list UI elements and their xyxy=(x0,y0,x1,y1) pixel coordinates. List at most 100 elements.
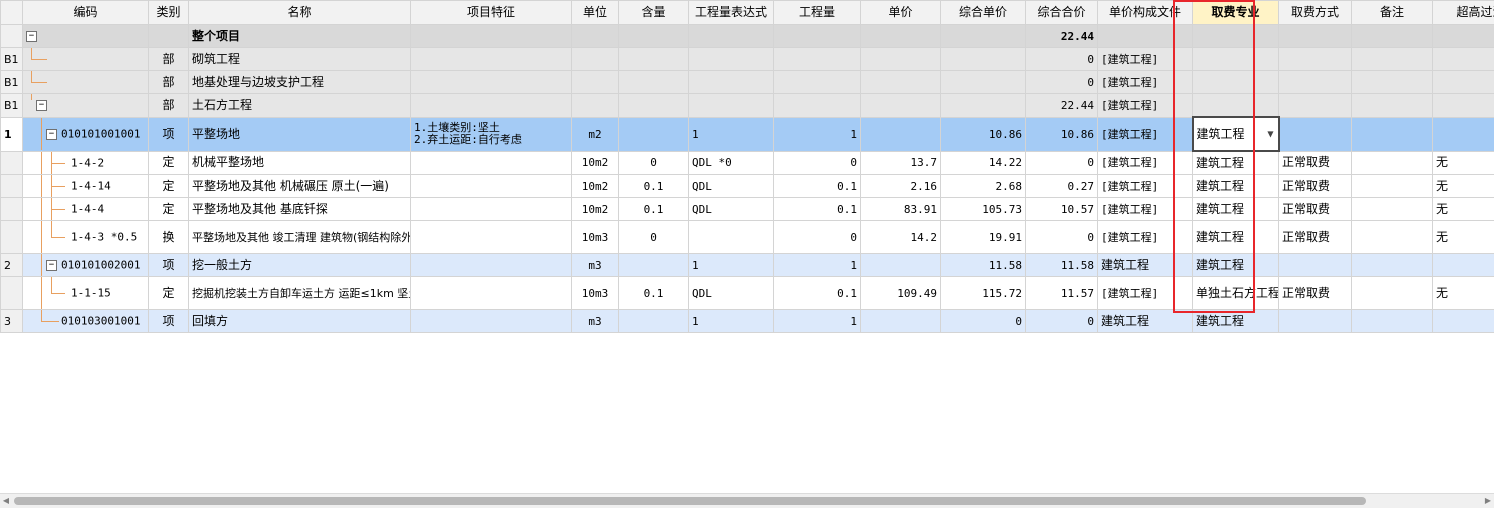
feature-cell[interactable] xyxy=(411,151,572,175)
price-cell[interactable] xyxy=(861,117,941,151)
scrollbar-thumb[interactable] xyxy=(14,497,1366,505)
unit-cell[interactable]: 10m3 xyxy=(572,221,619,254)
bill-item-row[interactable]: 2 − 010101002001 项 挖一般土方 m3 1 1 11.58 11… xyxy=(1,254,1494,277)
type-cell[interactable]: 定 xyxy=(149,175,189,198)
feature-cell[interactable] xyxy=(411,254,572,277)
header-feature[interactable]: 项目特征 xyxy=(411,1,572,25)
expr-cell[interactable] xyxy=(689,25,774,48)
feature-cell[interactable] xyxy=(411,71,572,94)
quota-row[interactable]: 1-4-14 定 平整场地及其他 机械碾压 原土(一遍) 10m2 0.1 QD… xyxy=(1,175,1494,198)
remark-cell[interactable] xyxy=(1352,25,1433,48)
unit-cell[interactable]: m2 xyxy=(572,117,619,151)
expr-cell[interactable]: 1 xyxy=(689,254,774,277)
qty-cell[interactable]: 0.1 xyxy=(774,175,861,198)
type-cell[interactable]: 部 xyxy=(149,94,189,118)
composite-price-cell[interactable]: 19.91 xyxy=(941,221,1026,254)
expr-cell[interactable] xyxy=(689,221,774,254)
header-fee-method[interactable]: 取费方式 xyxy=(1279,1,1352,25)
unit-cell[interactable] xyxy=(572,94,619,118)
bill-item-row[interactable]: 3 010103001001 项 回填方 m3 1 1 0 0 建筑工程 建筑工… xyxy=(1,310,1494,333)
filter-cell[interactable] xyxy=(1433,25,1494,48)
remark-cell[interactable] xyxy=(1352,310,1433,333)
scroll-left-icon[interactable]: ◀ xyxy=(0,495,12,507)
price-cell[interactable] xyxy=(861,310,941,333)
remark-cell[interactable] xyxy=(1352,175,1433,198)
content-cell[interactable] xyxy=(619,254,689,277)
qty-cell[interactable]: 1 xyxy=(774,117,861,151)
feature-cell[interactable] xyxy=(411,221,572,254)
fee-method-cell[interactable] xyxy=(1279,71,1352,94)
price-file-cell[interactable] xyxy=(1098,25,1193,48)
fee-major-cell[interactable]: 单独土石方工程 xyxy=(1193,277,1279,310)
code-cell[interactable]: 1-4-2 xyxy=(23,151,149,175)
composite-price-cell[interactable]: 14.22 xyxy=(941,151,1026,175)
type-cell[interactable]: 部 xyxy=(149,71,189,94)
filter-cell[interactable] xyxy=(1433,94,1494,118)
unit-cell[interactable]: 10m3 xyxy=(572,277,619,310)
unit-cell[interactable]: 10m2 xyxy=(572,198,619,221)
fee-major-cell[interactable] xyxy=(1193,25,1279,48)
header-height-filter[interactable]: 超高过滤类 xyxy=(1433,1,1494,25)
expr-cell[interactable] xyxy=(689,71,774,94)
quota-row[interactable]: 1-4-2 定 机械平整场地 10m2 0 QDL *0 0 13.7 14.2… xyxy=(1,151,1494,175)
header-name[interactable]: 名称 xyxy=(189,1,411,25)
fee-method-cell[interactable]: 正常取费 xyxy=(1279,277,1352,310)
filter-cell[interactable]: 无 xyxy=(1433,221,1494,254)
unit-cell[interactable] xyxy=(572,25,619,48)
name-cell[interactable]: 平整场地及其他 机械碾压 原土(一遍) xyxy=(189,175,411,198)
feature-cell[interactable] xyxy=(411,198,572,221)
composite-total-cell[interactable]: 10.86 xyxy=(1026,117,1098,151)
quota-row[interactable]: 1-4-3 *0.5 换 平整场地及其他 竣工清理 建筑物(钢结构除外)层高>3… xyxy=(1,221,1494,254)
content-cell[interactable] xyxy=(619,117,689,151)
type-cell[interactable]: 项 xyxy=(149,310,189,333)
composite-total-cell[interactable]: 22.44 xyxy=(1026,25,1098,48)
type-cell[interactable]: 换 xyxy=(149,221,189,254)
bill-item-row-selected[interactable]: 1 − 010101001001 项 平整场地 1.土壤类别:坚土 2.弃土运距… xyxy=(1,117,1494,151)
header-index[interactable] xyxy=(1,1,23,25)
composite-total-cell[interactable]: 0 xyxy=(1026,71,1098,94)
header-composite-price[interactable]: 综合单价 xyxy=(941,1,1026,25)
header-price[interactable]: 单价 xyxy=(861,1,941,25)
section-row[interactable]: B1 部 砌筑工程 0 [建筑工程] xyxy=(1,48,1494,71)
composite-price-cell[interactable] xyxy=(941,48,1026,71)
expr-cell[interactable] xyxy=(689,48,774,71)
code-cell[interactable]: − 010101001001 xyxy=(23,117,149,151)
fee-major-cell[interactable] xyxy=(1193,94,1279,118)
scroll-right-icon[interactable]: ▶ xyxy=(1482,495,1494,507)
expr-cell[interactable]: QDL xyxy=(689,277,774,310)
name-cell[interactable]: 机械平整场地 xyxy=(189,151,411,175)
filter-cell[interactable]: 无 xyxy=(1433,151,1494,175)
content-cell[interactable] xyxy=(619,25,689,48)
header-price-file[interactable]: 单价构成文件 xyxy=(1098,1,1193,25)
feature-cell[interactable] xyxy=(411,175,572,198)
price-file-cell[interactable]: [建筑工程] xyxy=(1098,94,1193,118)
unit-cell[interactable]: 10m2 xyxy=(572,175,619,198)
qty-cell[interactable]: 0 xyxy=(774,221,861,254)
collapse-icon[interactable]: − xyxy=(26,31,37,42)
type-cell[interactable]: 定 xyxy=(149,151,189,175)
content-cell[interactable]: 0.1 xyxy=(619,175,689,198)
dropdown-arrow-icon[interactable]: ▼ xyxy=(1267,128,1273,141)
price-cell[interactable] xyxy=(861,71,941,94)
name-cell[interactable]: 平整场地及其他 基底钎探 xyxy=(189,198,411,221)
price-cell[interactable] xyxy=(861,254,941,277)
collapse-icon[interactable]: − xyxy=(46,129,57,140)
name-cell[interactable]: 挖一般土方 xyxy=(189,254,411,277)
header-expression[interactable]: 工程量表达式 xyxy=(689,1,774,25)
header-content[interactable]: 含量 xyxy=(619,1,689,25)
content-cell[interactable]: 0.1 xyxy=(619,277,689,310)
price-file-cell[interactable]: [建筑工程] xyxy=(1098,117,1193,151)
price-cell[interactable]: 13.7 xyxy=(861,151,941,175)
content-cell[interactable]: 0.1 xyxy=(619,198,689,221)
collapse-icon[interactable]: − xyxy=(46,260,57,271)
code-cell[interactable]: 010103001001 xyxy=(23,310,149,333)
content-cell[interactable] xyxy=(619,310,689,333)
fee-major-cell[interactable]: 建筑工程 xyxy=(1193,175,1279,198)
expr-cell[interactable]: QDL xyxy=(689,198,774,221)
collapse-icon[interactable]: − xyxy=(36,100,47,111)
name-cell[interactable]: 挖掘机挖装土方自卸车运土方 运距≤1km 坚土 xyxy=(189,277,411,310)
qty-cell[interactable]: 1 xyxy=(774,310,861,333)
price-cell[interactable]: 83.91 xyxy=(861,198,941,221)
price-cell[interactable]: 2.16 xyxy=(861,175,941,198)
content-cell[interactable]: 0 xyxy=(619,151,689,175)
